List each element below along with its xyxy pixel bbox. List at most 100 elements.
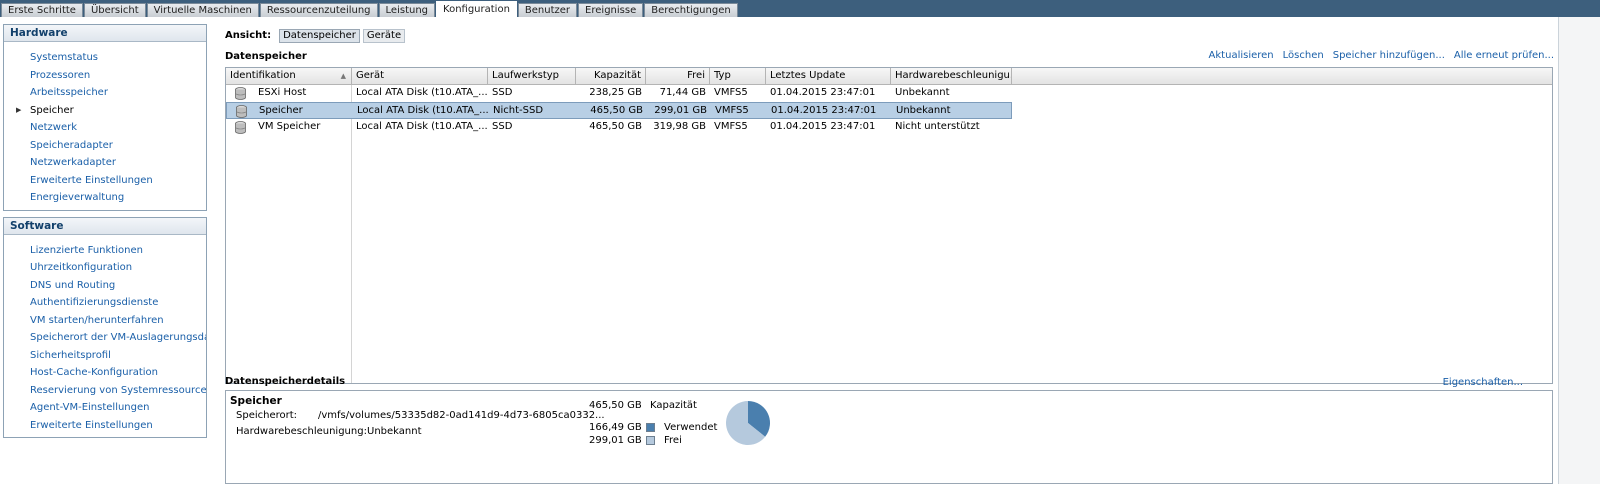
left-panel: Hardware Systemstatus Prozessoren Arbeitss… [3,24,207,444]
tab-0[interactable]: Erste Schritte [1,3,83,17]
software-nav-item-3[interactable]: Authentifizierungsdienste [4,294,206,312]
column-header-1[interactable]: Gerät [352,68,488,84]
refresh-link[interactable]: Aktualisieren [1209,50,1274,61]
delete-link[interactable]: Löschen [1283,50,1324,61]
datastores-title: Datenspeicher [225,51,307,62]
column-header-label: Letztes Update [770,70,846,81]
table-cell: VMFS5 [714,121,748,132]
view-label: Ansicht: [225,30,272,41]
details-datastore-name: Speicher [230,395,282,407]
nav-item-label: Uhrzeitkonfiguration [30,262,133,273]
details-title: Datenspeicherdetails [225,376,346,387]
hardware-nav-item-8[interactable]: Energieverwaltung [4,189,206,207]
used-legend-swatch [646,423,655,432]
table-cell: 299,01 GB [654,105,707,116]
software-nav-item-6[interactable]: Sicherheitsprofil [4,347,206,365]
column-header-label: Kapazität [594,70,641,81]
software-nav-item-8[interactable]: Reservierung von Systemressourcen [4,382,206,400]
tab-5[interactable]: Konfiguration [436,1,517,17]
datastore-actions: Aktualisieren Löschen Speicher hinzufüge… [1209,50,1554,61]
tab-1[interactable]: Übersicht [83,3,146,17]
nav-item-label: Sicherheitsprofil [30,349,111,361]
free-value: 299,01 GB [589,435,642,446]
table-cell: Unbekannt [895,87,950,98]
software-nav-item-2[interactable]: DNS und Routing [4,277,206,295]
view-datastores-button[interactable]: Datenspeicher [279,28,360,43]
datastore-icon [235,121,246,134]
hardware-nav-item-7[interactable]: Erweiterte Einstellungen [4,172,206,190]
hardware-section-title: Hardware [4,25,206,42]
tab-8[interactable]: Berechtigungen [644,3,738,17]
hardware-nav-item-4[interactable]: Netzwerk [4,119,206,137]
column-header-label: Identifikation [230,70,296,81]
hardware-nav-item-1[interactable]: Prozessoren [4,67,206,85]
column-header-0[interactable]: Identifikation ▲ [226,68,352,84]
software-nav-item-0[interactable]: Lizenzierte Funktionen [4,242,206,260]
nav-item-label: Netzwerk [30,122,78,133]
nav-item-label: Authentifizierungsdienste [30,297,159,308]
hardware-nav-item-6[interactable]: Netzwerkadapter [4,154,206,172]
tab-2[interactable]: Virtuelle Maschinen [146,3,259,17]
table-cell: Local ATA Disk (t10.ATA_... [356,87,488,98]
nav-item-label: Speicher [30,104,74,116]
table-cell: VMFS5 [714,87,748,98]
column-header-3[interactable]: Kapazität [576,68,646,84]
tab-bar: Erste Schritte Übersicht Virtuelle Maschin… [0,0,1600,17]
used-label: Verwendet [664,422,718,433]
table-cell: Nicht-SSD [493,105,544,116]
nav-item-label: Lizenzierte Funktionen [30,244,143,256]
hwaccel-label: Hardwarebeschleunigung: [236,426,367,437]
table-cell: Local ATA Disk (t10.ATA_... [356,121,488,132]
column-header-7[interactable]: Hardwarebeschleunigu... [891,68,1012,84]
table-cell: ESXi Host [258,87,307,98]
software-nav-item-7[interactable]: Host-Cache-Konfiguration [4,364,206,382]
capacity-value: 465,50 GB [589,400,642,411]
table-cell: VM Speicher [258,121,321,132]
table-cell: 319,98 GB [653,121,706,132]
column-header-6[interactable]: Letztes Update [766,68,891,84]
hardware-nav-item-0[interactable]: Systemstatus [4,49,206,67]
nav-item-label: Systemstatus [30,52,99,63]
location-value: /vmfs/volumes/53335d82-0ad141d9-4d73-680… [318,410,605,421]
software-nav-item-5[interactable]: Speicherort der VM-Auslagerungsdatei [4,329,206,347]
column-header-5[interactable]: Typ [710,68,766,84]
table-cell: 01.04.2015 23:47:01 [771,105,877,116]
datastore-icon [236,105,247,118]
view-devices-button[interactable]: Geräte [362,28,406,43]
column-header-label: Gerät [356,70,385,81]
table-cell: Nicht unterstützt [895,121,980,132]
table-cell: 465,50 GB [590,105,643,116]
tab-3[interactable]: Ressourcenzuteilung [259,3,378,17]
capacity-label: Kapazität [650,400,697,411]
hardware-nav-item-5[interactable]: Speicheradapter [4,137,206,155]
software-nav-item-1[interactable]: Uhrzeitkonfiguration [4,259,206,277]
free-legend-swatch [646,436,655,445]
rescan-all-link[interactable]: Alle erneut prüfen... [1454,50,1554,61]
free-label: Frei [664,435,682,446]
table-cell: Unbekannt [896,105,951,116]
software-nav-item-10[interactable]: Erweiterte Einstellungen [4,417,206,435]
table-row[interactable]: Speicher Local ATA Disk (t10.ATA_... Nicht… [226,102,1012,119]
software-nav-item-9[interactable]: Agent-VM-Einstellungen [4,399,206,417]
tab-7[interactable]: Ereignisse [578,3,644,17]
column-header-4[interactable]: Frei [646,68,710,84]
hardware-nav-item-3[interactable]: ▶ Speicher [4,102,206,120]
right-scroll-strip[interactable] [1558,17,1600,484]
nav-item-label: Energieverwaltung [30,192,125,203]
hardware-nav-item-2[interactable]: Arbeitsspeicher [4,84,206,102]
nav-item-label: Speicheradapter [30,139,113,151]
table-cell: Speicher [259,105,303,116]
table-row[interactable]: VM Speicher Local ATA Disk (t10.ATA_... SS… [226,119,1012,136]
table-cell: 71,44 GB [659,87,706,98]
capacity-pie-chart [726,401,770,445]
software-nav-item-4[interactable]: VM starten/herunterfahren [4,312,206,330]
tab-4[interactable]: Leistung [378,3,436,17]
table-cell: 01.04.2015 23:47:01 [770,87,876,98]
tab-6[interactable]: Benutzer [517,3,578,17]
nav-item-label: Speicherort der VM-Auslagerungsdatei [30,332,206,343]
properties-link[interactable]: Eigenschaften... [1443,377,1523,388]
add-storage-link[interactable]: Speicher hinzufügen... [1333,50,1445,61]
table-row[interactable]: ESXi Host Local ATA Disk (t10.ATA_... SSD 2… [226,85,1012,102]
column-header-2[interactable]: Laufwerkstyp [488,68,576,84]
datastore-icon [235,87,246,100]
